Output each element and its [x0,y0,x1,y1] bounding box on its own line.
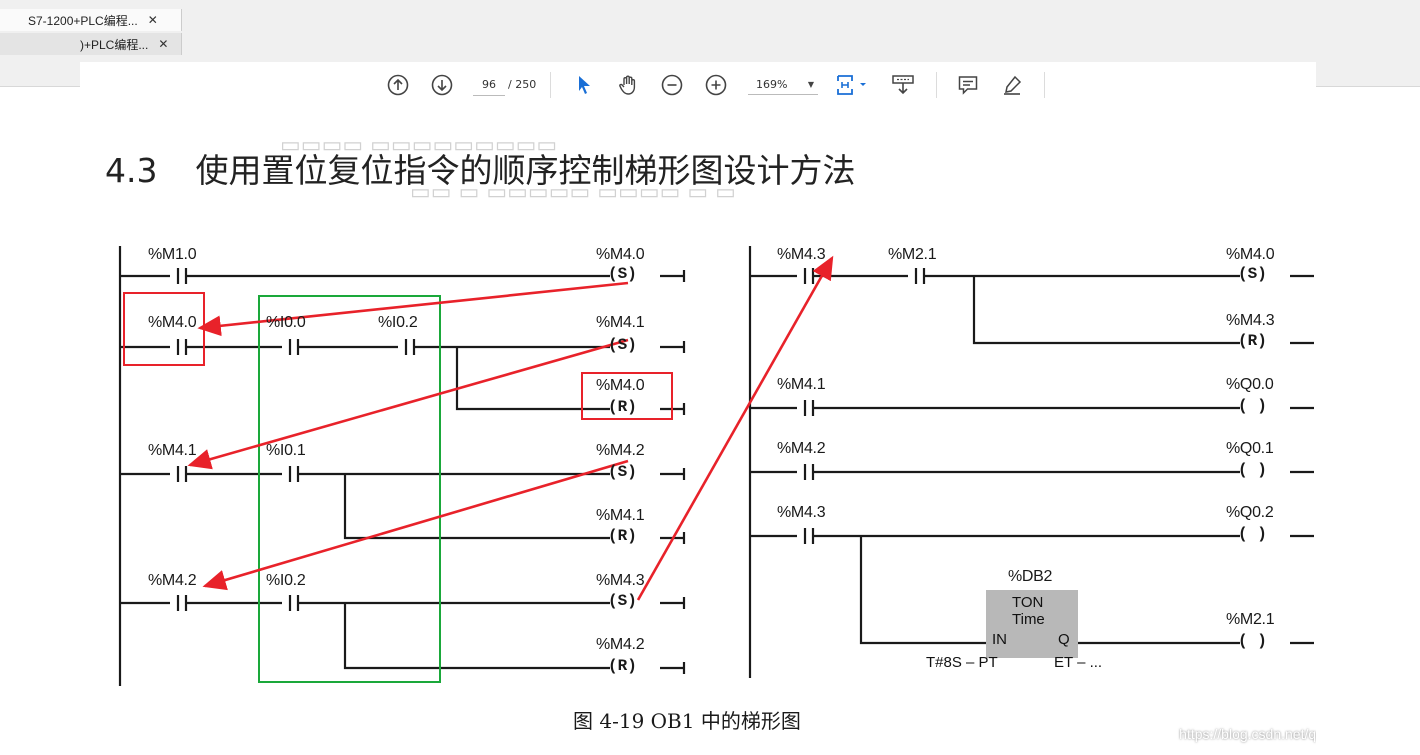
contact-label: %M1.0 [148,246,197,263]
document-page: ▭▭▭▭ ▭▭▭▭▭▭▭▭▭ ▭▭ ▭ ▭▭▭▭▭ ▭▭▭▭ ▭ ▭ 4.3 使用… [80,108,1316,755]
arrow-down-circle-icon [431,74,453,96]
coil-label: %M2.1 [1226,611,1275,628]
zoom-value: 169% [756,78,788,91]
zoom-in-icon [705,74,727,96]
coil-label: %M4.1 [596,314,645,331]
reset-coil: (R) [1238,332,1267,350]
hand-tool-button[interactable] [616,73,640,97]
output-coil: ( ) [1238,632,1267,650]
fit-page-icon [837,75,866,95]
highlight-button[interactable] [1000,73,1024,97]
coil-label: %M4.2 [596,636,645,653]
output-coil: ( ) [1238,461,1267,479]
highlight-pen-icon [1004,75,1022,95]
timer-in-pin: IN [992,631,1007,648]
timer-et-output: ET – ... [1054,654,1103,671]
contact-label: %M2.1 [888,246,937,263]
output-coil: ( ) [1238,525,1267,543]
comment-button[interactable] [956,73,980,97]
contact-label: %M4.1 [148,442,197,459]
contact-label: %M4.0 [148,314,197,331]
next-page-button[interactable] [430,73,454,97]
ladder-diagram [118,246,1314,686]
tab-document-1[interactable]: S7-1200+PLC编程... ✕ [0,9,182,31]
contact-label: %I0.1 [266,442,306,459]
coil-label: %Q0.2 [1226,504,1274,521]
coil-label: %M4.2 [596,442,645,459]
tab-document-2[interactable]: )+PLC编程... ✕ [0,33,182,55]
set-coil: (S) [608,463,637,481]
set-coil: (S) [608,265,637,283]
toolbar-divider [936,72,937,98]
coil-label: %M4.0 [596,246,645,263]
coil-label: %Q0.0 [1226,376,1274,393]
reset-coil: (R) [608,398,637,416]
coil-label: %M4.0 [596,377,645,394]
zoom-out-icon [661,74,683,96]
contact-label: %M4.1 [777,376,826,393]
tab-close-icon[interactable]: ✕ [158,37,168,51]
chevron-down-icon: ▼ [807,80,814,89]
reset-coil: (R) [608,527,637,545]
toolbar-divider [1044,72,1045,98]
set-coil: (S) [608,592,637,610]
pdf-viewer-toolbar: 96 / 250 169% ▼ [80,62,1316,109]
coil-label: %Q0.1 [1226,440,1274,457]
timer-type: TON [1012,594,1044,611]
hand-tool-icon [619,75,636,95]
download-button[interactable] [890,73,916,97]
comment-icon [958,76,978,95]
download-icon [892,75,914,95]
timer-db-label: %DB2 [1008,568,1053,585]
fit-page-button[interactable] [834,73,868,97]
reset-coil: (R) [608,657,637,675]
page-number-input[interactable]: 96 [473,75,505,96]
select-tool-button[interactable] [574,73,596,97]
tab-label: S7-1200+PLC编程... [28,13,138,28]
coil-label: %M4.1 [596,507,645,524]
arrow-up-circle-icon [387,74,409,96]
coil-label: %M4.3 [596,572,645,589]
set-coil: (S) [1238,265,1267,283]
select-cursor-icon [579,76,590,94]
contact-label: %M4.3 [777,246,826,263]
tab-close-icon[interactable]: ✕ [148,13,158,27]
timer-subtype: Time [1012,611,1045,628]
tab-label: )+PLC编程... [80,37,149,52]
zoom-select[interactable]: 169% ▼ [748,75,818,95]
contact-label: %I0.2 [378,314,418,331]
contact-label: %M4.3 [777,504,826,521]
output-coil: ( ) [1238,397,1267,415]
coil-label: %M4.0 [1226,246,1275,263]
contact-label: %I0.2 [266,572,306,589]
previous-page-button[interactable] [386,73,410,97]
contact-label: %M4.2 [148,572,197,589]
zoom-in-button[interactable] [704,73,728,97]
contact-label: %M4.2 [777,440,826,457]
coil-label: %M4.3 [1226,312,1275,329]
zoom-out-button[interactable] [660,73,684,97]
figure-caption: 图 4-19 OB1 中的梯形图 [573,709,801,733]
watermark: https://blog.csdn.net/qq_42807924 [1179,726,1316,742]
timer-q-pin: Q [1058,631,1070,648]
timer-pt-value: T#8S – PT [926,654,998,671]
toolbar-divider [550,72,551,98]
set-coil: (S) [608,336,637,354]
page-total: / 250 [508,78,537,91]
contact-label: %I0.0 [266,314,306,331]
